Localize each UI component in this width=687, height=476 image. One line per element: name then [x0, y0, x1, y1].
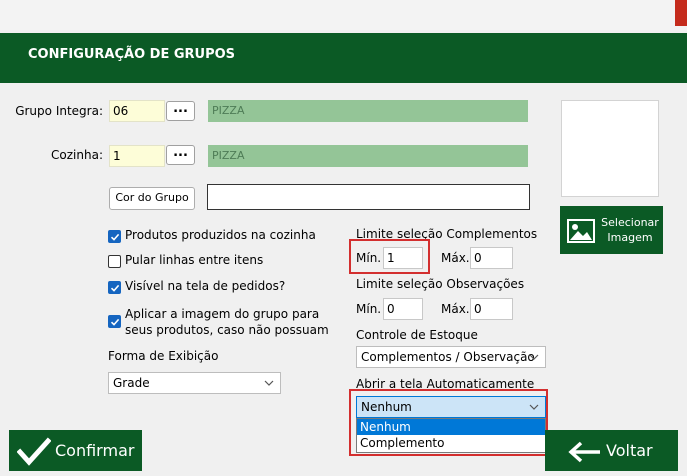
checkbox-label: Produtos produzidos na cozinha: [125, 228, 316, 242]
page-header: CONFIGURAÇÃO DE GRUPOS: [0, 33, 687, 83]
confirmar-button[interactable]: Confirmar: [9, 430, 142, 471]
voltar-button[interactable]: Voltar: [545, 430, 678, 471]
arrow-left-icon: [568, 441, 600, 463]
controle-estoque-select[interactable]: Complementos / Observação: [356, 346, 546, 368]
window-titlebar: [0, 0, 687, 30]
highlight-box-dropdown: [349, 389, 548, 456]
checkbox-checked-icon: [108, 230, 121, 243]
group-image-preview: [561, 100, 659, 197]
chevron-down-icon: [264, 380, 274, 386]
grupo-integra-label: Grupo Integra:: [15, 104, 103, 118]
cozinha-name-field: PIZZA: [208, 145, 528, 167]
checkbox-produtos-cozinha[interactable]: Produtos produzidos na cozinha: [108, 228, 316, 243]
limite-complementos-max-label: Máx.: [441, 251, 470, 265]
limite-complementos-max-input[interactable]: 0: [470, 247, 513, 269]
controle-estoque-value: Complementos / Observação: [361, 350, 535, 364]
forma-exibicao-label: Forma de Exibição: [108, 349, 219, 363]
checkbox-unchecked-icon: [108, 255, 121, 268]
chevron-down-icon: [529, 354, 539, 360]
voltar-label: Voltar: [606, 441, 653, 460]
cozinha-label: Cozinha:: [51, 148, 103, 162]
checkbox-checked-icon: [108, 281, 121, 294]
cor-do-grupo-button[interactable]: Cor do Grupo: [109, 187, 195, 210]
limite-observacoes-max-input[interactable]: 0: [470, 298, 513, 320]
cozinha-lookup-button[interactable]: ...: [166, 145, 195, 165]
controle-estoque-label: Controle de Estoque: [356, 328, 478, 342]
checkbox-pular-linhas[interactable]: Pular linhas entre itens: [108, 253, 263, 268]
selecionar-imagem-button[interactable]: Selecionar Imagem: [560, 206, 663, 254]
checkbox-aplicar-imagem[interactable]: Aplicar a imagem do grupo para seus prod…: [108, 306, 329, 338]
cozinha-input[interactable]: 1: [109, 145, 165, 167]
confirmar-label: Confirmar: [55, 441, 135, 460]
grupo-integra-lookup-button[interactable]: ...: [166, 101, 195, 121]
checkbox-label: Aplicar a imagem do grupo para seus prod…: [125, 307, 329, 337]
checkbox-checked-icon: [108, 315, 121, 328]
checkbox-label: Pular linhas entre itens: [125, 253, 264, 267]
checkbox-label: Visível na tela de pedidos?: [125, 279, 286, 293]
cor-do-grupo-preview: [207, 184, 530, 210]
checkbox-visivel-pedidos[interactable]: Visível na tela de pedidos?: [108, 279, 285, 294]
highlight-box-min: [349, 239, 430, 274]
limite-observacoes-min-label: Mín.: [356, 302, 382, 316]
grupo-integra-name-field: PIZZA: [208, 100, 528, 122]
limite-observacoes-min-input[interactable]: 0: [383, 298, 423, 320]
limite-observacoes-max-label: Máx.: [441, 302, 470, 316]
page-title: CONFIGURAÇÃO DE GRUPOS: [28, 47, 236, 62]
limite-observacoes-label: Limite seleção Observações: [356, 277, 525, 291]
checkmark-icon: [17, 437, 51, 466]
grupo-integra-input[interactable]: 06: [109, 100, 165, 122]
image-icon: [567, 219, 595, 243]
selecionar-imagem-label: Selecionar Imagem: [601, 216, 659, 244]
forma-exibicao-value: Grade: [113, 376, 150, 390]
forma-exibicao-select[interactable]: Grade: [108, 372, 281, 394]
window-close-button[interactable]: [675, 0, 687, 26]
